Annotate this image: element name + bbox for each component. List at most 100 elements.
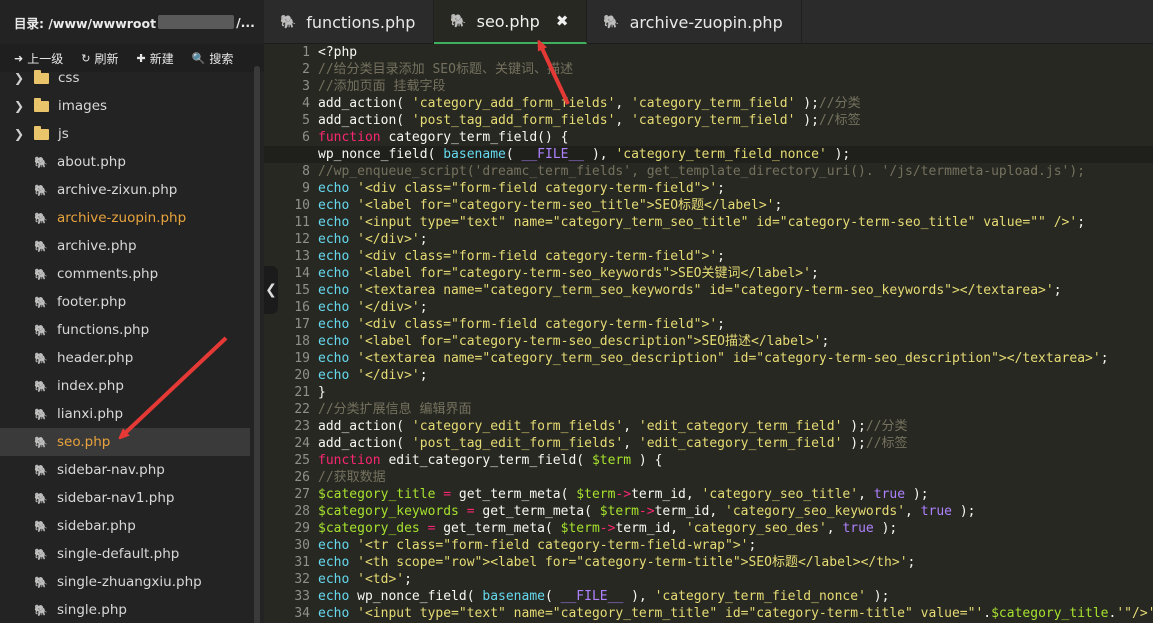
code-line[interactable]: function category_term_field() { bbox=[318, 129, 1153, 146]
tree-file-single-default-php[interactable]: 🐘 single-default.php bbox=[0, 540, 250, 568]
code-line[interactable]: echo '<textarea name="category_term_seo_… bbox=[318, 282, 1153, 299]
code-line[interactable]: add_action( 'post_tag_add_form_fields', … bbox=[318, 112, 1153, 129]
php-file-icon: 🐘 bbox=[34, 435, 48, 449]
code-line[interactable]: echo '<input type="text" name="category_… bbox=[318, 605, 1153, 622]
code-editor[interactable]: 1234567891011121314151617181920212223242… bbox=[264, 44, 1153, 623]
code-line[interactable]: echo '</div>'; bbox=[318, 367, 1153, 384]
tree-item-label: js bbox=[58, 126, 69, 142]
code-token: echo bbox=[318, 215, 350, 230]
php-file-icon: 🐘 bbox=[34, 183, 48, 197]
code-line[interactable]: echo '<label for="category-term-seo_desc… bbox=[318, 333, 1153, 350]
code-line[interactable]: } bbox=[318, 384, 1153, 401]
tab-seo-php[interactable]: 🐘 seo.php ✖ bbox=[434, 0, 588, 44]
code-line[interactable]: echo '<div class="form-field category-te… bbox=[318, 180, 1153, 197]
code-line[interactable]: echo '<label for="category-term-seo_keyw… bbox=[318, 265, 1153, 282]
code-line[interactable]: echo '<input type="text" name="category_… bbox=[318, 214, 1153, 231]
code-line[interactable]: //给分类目录添加 SEO标题、关键词、描述 bbox=[318, 61, 1153, 78]
code-line[interactable]: $category_title = get_term_meta( $term->… bbox=[318, 486, 1153, 503]
php-file-icon: 🐘 bbox=[34, 323, 48, 337]
code-line[interactable]: echo '<tr class="form-field category-ter… bbox=[318, 537, 1153, 554]
code-line[interactable]: echo '<th scope="row"><label for="catego… bbox=[318, 554, 1153, 571]
tree-file-sidebar-nav1-php[interactable]: 🐘 sidebar-nav1.php bbox=[0, 484, 250, 512]
code-line[interactable]: echo '</div>'; bbox=[318, 231, 1153, 248]
tree-file-functions-php[interactable]: 🐘 functions.php bbox=[0, 316, 250, 344]
tree-folder-css[interactable]: ❯ css bbox=[0, 64, 250, 92]
code-token: wp_nonce_field( bbox=[349, 589, 483, 604]
php-file-icon: 🐘 bbox=[34, 547, 48, 561]
tree-file-index-php[interactable]: 🐘 index.php bbox=[0, 372, 250, 400]
code-token: '<input type="text" name="category_term_… bbox=[357, 606, 984, 621]
code-token: 'category_seo_keywords' bbox=[725, 504, 906, 519]
code-line[interactable]: echo '<div class="form-field category-te… bbox=[318, 316, 1153, 333]
code-token: ); bbox=[795, 96, 819, 111]
chevron-right-icon[interactable]: ❯ bbox=[14, 71, 28, 85]
code-line[interactable]: add_action( 'category_edit_form_fields',… bbox=[318, 418, 1153, 435]
code-token: echo bbox=[318, 334, 350, 349]
code-line[interactable]: echo wp_nonce_field( basename( __FILE__ … bbox=[318, 588, 1153, 605]
tree-item-label: sidebar-nav1.php bbox=[57, 490, 175, 506]
tree-file-comments-php[interactable]: 🐘 comments.php bbox=[0, 260, 250, 288]
code-token: , bbox=[615, 96, 632, 111]
code-line[interactable]: //分类扩展信息 编辑界面 bbox=[318, 401, 1153, 418]
code-token: '<input type="text" name="category_term_… bbox=[357, 215, 1078, 230]
tab-archive-zuopin-php[interactable]: 🐘 archive-zuopin.php bbox=[587, 0, 802, 44]
tab-functions-php[interactable]: 🐘 functions.php bbox=[264, 0, 435, 44]
code-line[interactable]: echo '<div class="form-field category-te… bbox=[318, 248, 1153, 265]
line-number: 21 bbox=[294, 385, 310, 400]
code-line[interactable]: add_action( 'post_tag_edit_form_fields',… bbox=[318, 435, 1153, 452]
code-line[interactable]: echo '</div>'; bbox=[318, 299, 1153, 316]
code-token: ); bbox=[905, 487, 929, 502]
code-line[interactable]: $category_keywords = get_term_meta( $ter… bbox=[318, 503, 1153, 520]
code-token: term_id, bbox=[654, 504, 726, 519]
tree-item-label: images bbox=[58, 98, 108, 114]
tree-file-single-zhuangxiu-php[interactable]: 🐘 single-zhuangxiu.php bbox=[0, 568, 250, 596]
code-line[interactable]: function edit_category_term_field( $term… bbox=[318, 452, 1153, 469]
code-token: get_term_meta( bbox=[435, 521, 561, 536]
tree-file-header-php[interactable]: 🐘 header.php bbox=[0, 344, 250, 372]
tree-file-sidebar-php[interactable]: 🐘 sidebar.php bbox=[0, 512, 250, 540]
tree-file-archive-zuopin-php[interactable]: 🐘 archive-zuopin.php bbox=[0, 204, 250, 232]
chevron-right-icon[interactable]: ❯ bbox=[14, 99, 28, 113]
code-line[interactable]: $category_des = get_term_meta( $term->te… bbox=[318, 520, 1153, 537]
tree-item-label: footer.php bbox=[57, 294, 127, 310]
tree-file-single-php[interactable]: 🐘 single.php bbox=[0, 596, 250, 623]
tree-item-label: about.php bbox=[57, 154, 126, 170]
tree-folder-images[interactable]: ❯ images bbox=[0, 92, 250, 120]
code-token: echo bbox=[318, 181, 350, 196]
tree-file-footer-php[interactable]: 🐘 footer.php bbox=[0, 288, 250, 316]
code-token: ); bbox=[873, 521, 898, 536]
code-line[interactable]: echo '<td>'; bbox=[318, 571, 1153, 588]
line-number: 6 bbox=[302, 130, 310, 145]
code-token: = bbox=[466, 504, 475, 519]
code-line[interactable]: //wp_enqueue_script('dreamc_term_fields'… bbox=[318, 163, 1153, 180]
tree-file-archive-php[interactable]: 🐘 archive.php bbox=[0, 232, 250, 260]
tree-file-archive-zixun-php[interactable]: 🐘 archive-zixun.php bbox=[0, 176, 250, 204]
close-tab-icon[interactable]: ✖ bbox=[556, 12, 569, 30]
tree-file-lianxi-php[interactable]: 🐘 lianxi.php bbox=[0, 400, 250, 428]
tree-file-seo-php[interactable]: 🐘 seo.php bbox=[0, 428, 250, 456]
code-line[interactable]: //添加页面 挂载字段 bbox=[318, 78, 1153, 95]
chevron-right-icon[interactable]: ❯ bbox=[14, 127, 28, 141]
code-line[interactable]: add_action( 'category_add_form_fields', … bbox=[318, 95, 1153, 112]
tree-file-sidebar-nav-php[interactable]: 🐘 sidebar-nav.php bbox=[0, 456, 250, 484]
refresh-icon: ↻ bbox=[81, 51, 91, 65]
tree-item-label: lianxi.php bbox=[57, 406, 124, 422]
line-number: 10 bbox=[294, 198, 310, 213]
line-number: 18 bbox=[294, 334, 310, 349]
line-number: 29 bbox=[294, 521, 310, 536]
collapse-sidebar-handle[interactable]: ❮ bbox=[264, 266, 278, 314]
code-line[interactable]: echo '<label for="category-term-seo_titl… bbox=[318, 197, 1153, 214]
line-number: 28 bbox=[294, 504, 310, 519]
code-line[interactable]: echo '<textarea name="category_term_seo_… bbox=[318, 350, 1153, 367]
tree-folder-js[interactable]: ❯ js bbox=[0, 120, 250, 148]
tree-file-about-php[interactable]: 🐘 about.php bbox=[0, 148, 250, 176]
sidebar-scrollbar[interactable] bbox=[254, 66, 260, 623]
code-line[interactable]: wp_nonce_field( basename( __FILE__ ), 'c… bbox=[264, 146, 1153, 163]
code-line[interactable]: //获取数据 bbox=[318, 469, 1153, 486]
code-area[interactable]: <?php//给分类目录添加 SEO标题、关键词、描述//添加页面 挂载字段 ad… bbox=[264, 44, 1153, 622]
code-line[interactable]: <?php bbox=[318, 44, 1153, 61]
